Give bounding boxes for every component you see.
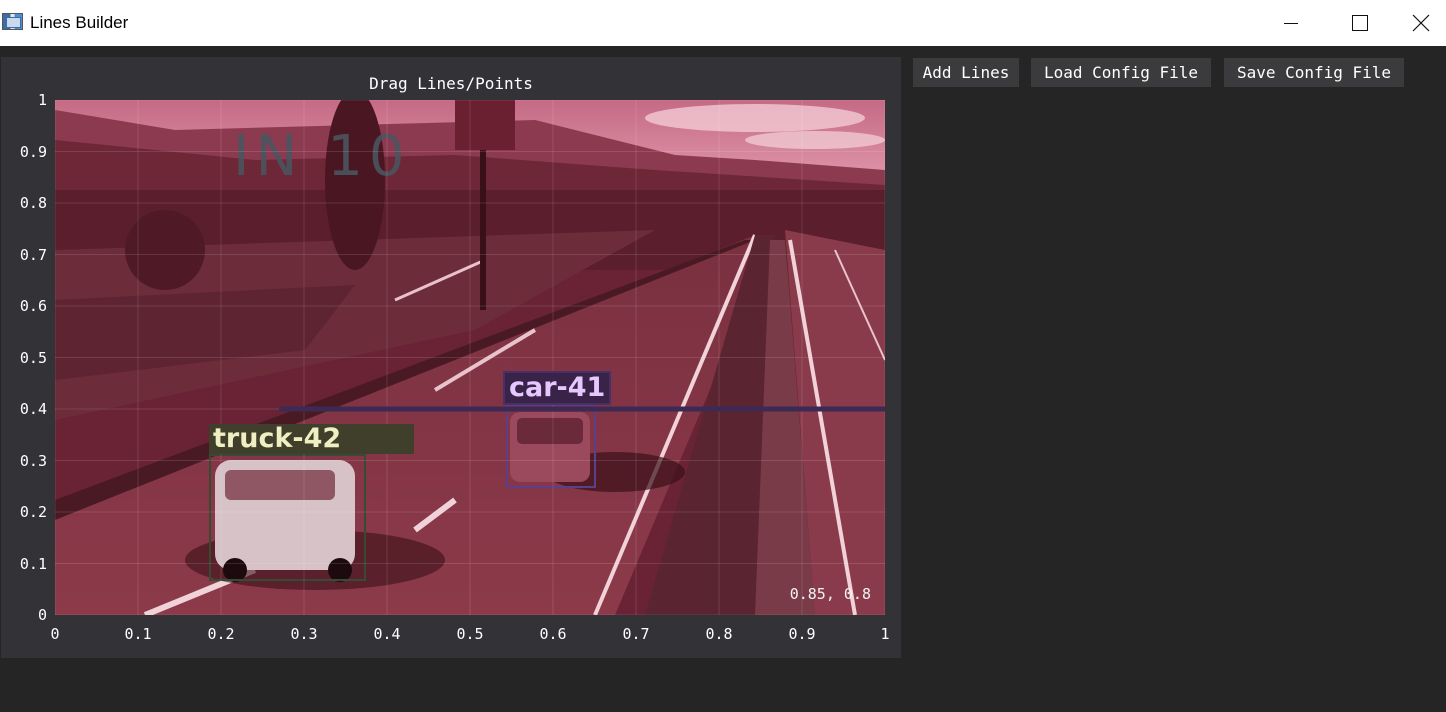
x-tick-label: 0.2: [207, 625, 235, 643]
overlay-counter-text: IN 10: [233, 124, 410, 189]
plot-panel: Drag Lines/Points IN 10 car-41 truck-42 …: [1, 57, 901, 658]
add-lines-button[interactable]: Add Lines: [913, 58, 1019, 87]
x-tick-label: 0.7: [622, 625, 650, 643]
y-tick-label: 1: [37, 91, 47, 109]
maximize-icon: [1352, 15, 1368, 31]
close-button[interactable]: [1395, 0, 1446, 46]
cursor-coordinate-readout: 0.85, 0.8: [789, 585, 871, 603]
y-tick-label: 0.9: [19, 142, 47, 161]
x-tick-label: 0.9: [788, 625, 816, 643]
close-icon: [1412, 14, 1429, 32]
minimize-icon: [1284, 23, 1298, 24]
y-tick-label: 0.2: [19, 503, 47, 521]
x-tick-label: 0.3: [290, 625, 318, 643]
y-tick-label: 0.4: [19, 400, 47, 418]
y-tick-label: 0.5: [19, 348, 47, 367]
y-tick-label: 0.7: [19, 245, 47, 264]
y-tick-label: 0.1: [19, 554, 47, 573]
x-tick-label: 0.1: [124, 625, 152, 643]
y-tick-label: 0: [37, 606, 47, 624]
minimize-button[interactable]: [1256, 0, 1326, 46]
x-tick-label: 0: [50, 625, 60, 643]
app-window-icon: [2, 13, 23, 30]
window-title: Lines Builder: [30, 13, 129, 32]
x-tick-label: 0.6: [539, 625, 567, 643]
x-tick-label: 1: [880, 625, 890, 643]
maximize-button[interactable]: [1325, 0, 1395, 46]
window-titlebar: Lines Builder: [0, 0, 1446, 46]
plot-title: Drag Lines/Points: [369, 74, 533, 93]
y-tick-label: 0.3: [19, 451, 47, 470]
car-detection-label: car-41: [503, 371, 612, 405]
video-frame-image: IN 10: [55, 100, 885, 615]
truck-detection-label: truck-42: [209, 424, 414, 454]
plot-area[interactable]: IN 10 car-41 truck-42 0.85, 0.8: [55, 100, 885, 615]
y-tick-label: 0.8: [19, 194, 47, 212]
x-tick-label: 0.8: [705, 625, 733, 643]
x-tick-label: 0.5: [456, 625, 484, 643]
x-tick-label: 0.4: [373, 625, 401, 643]
y-tick-label: 0.6: [19, 297, 47, 315]
save-config-file-button[interactable]: Save Config File: [1224, 58, 1404, 87]
load-config-file-button[interactable]: Load Config File: [1031, 58, 1211, 87]
